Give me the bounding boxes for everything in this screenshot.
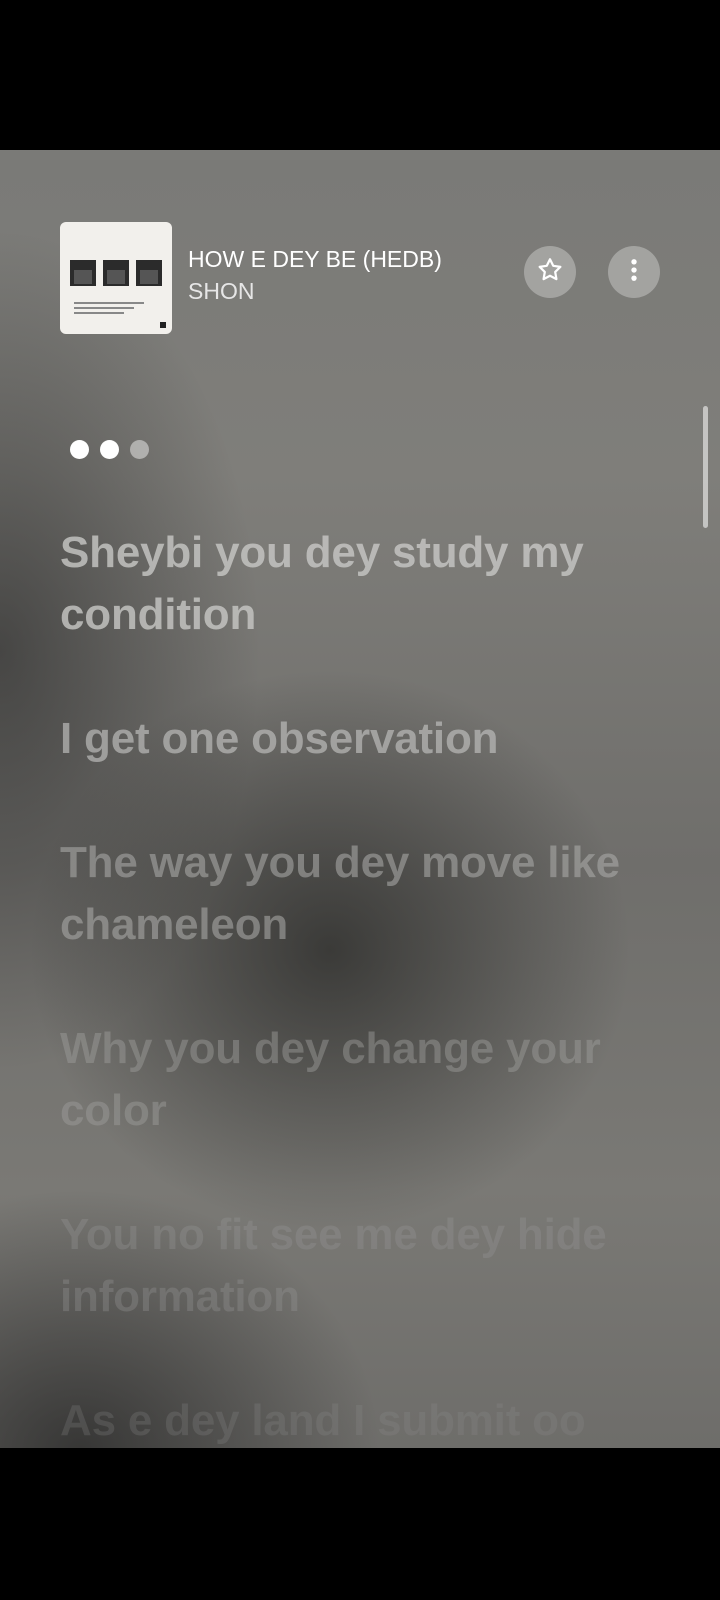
album-art-text [74,302,144,304]
lyric-line[interactable]: The way you dey move like chameleon [60,832,680,956]
album-art[interactable] [60,222,172,334]
lyric-line[interactable]: Why you dey change your color [60,1018,680,1142]
lyric-line[interactable]: Sheybi you dey study my condition [60,522,680,646]
page-indicator [70,440,149,460]
favorite-button[interactable] [524,246,576,298]
navigation-bar-area [0,1448,720,1600]
more-options-button[interactable] [608,246,660,298]
album-art-photo [70,260,96,286]
lyric-line[interactable]: As e dey land I submit oo [60,1390,680,1448]
lyrics-player: HOW E DEY BE (HEDB) SHON Sheybi you dey … [0,150,720,1448]
more-vertical-icon [620,256,648,289]
album-art-logo [160,322,166,328]
star-icon [536,256,564,289]
album-art-photo [103,260,129,286]
album-art-text [74,307,134,309]
page-dot-active [100,440,119,459]
lyric-line[interactable]: You no fit see me dey hide information [60,1204,680,1328]
page-dot-inactive [130,440,149,459]
scrollbar[interactable] [703,406,708,528]
album-art-photo [136,260,162,286]
album-art-text [74,312,124,314]
track-artist[interactable]: SHON [188,278,254,305]
page-dot-active [70,440,89,459]
lyric-line[interactable]: I get one observation [60,708,680,770]
status-bar-area [0,0,720,150]
track-title: HOW E DEY BE (HEDB) [188,246,442,272]
lyrics-list: Sheybi you dey study my condition I get … [60,522,680,1448]
